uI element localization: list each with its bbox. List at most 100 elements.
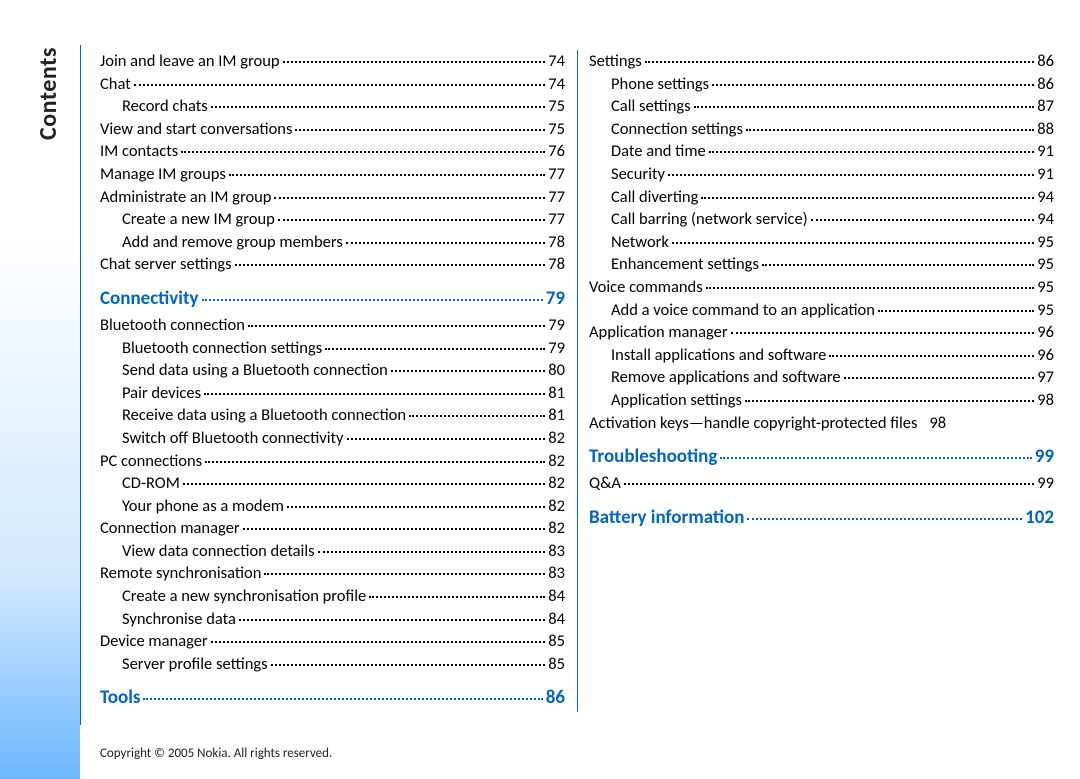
toc-chapter[interactable]: Battery information102 xyxy=(589,505,1054,531)
toc-entry-label: Connection manager xyxy=(100,517,240,540)
toc-entry[interactable]: Install applications and software96 xyxy=(589,344,1054,367)
toc-entry[interactable]: Settings 86 xyxy=(589,50,1054,73)
toc-entry-page: 74 xyxy=(548,73,565,96)
toc-entry[interactable]: Administrate an IM group77 xyxy=(100,186,565,209)
toc-entry[interactable]: Create a new synchronisation profile84 xyxy=(100,585,565,608)
toc-entry[interactable]: Chat server settings78 xyxy=(100,253,565,276)
toc-entry-label: Phone settings xyxy=(611,73,709,96)
toc-entry-page: 78 xyxy=(548,253,565,276)
dot-leader xyxy=(694,106,1035,108)
toc-entry[interactable]: IM contacts76 xyxy=(100,140,565,163)
toc-entry[interactable]: Remote synchronisation83 xyxy=(100,562,565,585)
toc-entry[interactable]: Call diverting 94 xyxy=(589,186,1054,209)
toc-entry[interactable]: Receive data using a Bluetooth connectio… xyxy=(100,404,565,427)
toc-entry-page: 77 xyxy=(548,186,565,209)
toc-content: Join and leave an IM group74Chat74Record… xyxy=(100,50,1054,740)
toc-entry[interactable]: Server profile settings85 xyxy=(100,653,565,676)
toc-chapter[interactable]: Connectivity79 xyxy=(100,286,565,312)
toc-entry-label: Application settings xyxy=(611,389,742,412)
toc-entry[interactable]: Q&A99 xyxy=(589,472,1054,495)
toc-entry[interactable]: View and start conversations75 xyxy=(100,118,565,141)
toc-entry-label: Receive data using a Bluetooth connectio… xyxy=(122,404,406,427)
toc-entry-label: Q&A xyxy=(589,472,621,495)
dot-leader xyxy=(624,483,1034,485)
toc-entry[interactable]: Bluetooth connection settings79 xyxy=(100,337,565,360)
dot-leader xyxy=(731,332,1035,334)
toc-entry[interactable]: Manage IM groups77 xyxy=(100,163,565,186)
toc-entry[interactable]: Join and leave an IM group74 xyxy=(100,50,565,73)
toc-entry-page: 79 xyxy=(548,337,565,360)
dot-leader xyxy=(239,619,545,621)
toc-entry[interactable]: Call barring (network service)94 xyxy=(589,208,1054,231)
toc-entry[interactable]: Switch off Bluetooth connectivity82 xyxy=(100,427,565,450)
dot-leader xyxy=(248,325,545,327)
toc-entry-page: 94 xyxy=(1037,186,1054,209)
toc-entry[interactable]: Your phone as a modem82 xyxy=(100,495,565,518)
dot-leader xyxy=(287,506,545,508)
toc-entry-page: 95 xyxy=(1037,276,1054,299)
toc-entry-label: Connectivity xyxy=(100,286,199,312)
toc-entry[interactable]: Security91 xyxy=(589,163,1054,186)
toc-entry-label: IM contacts xyxy=(100,140,178,163)
toc-entry[interactable]: Create a new IM group77 xyxy=(100,208,565,231)
toc-entry-label: Call diverting xyxy=(611,186,698,209)
toc-entry-label: Your phone as a modem xyxy=(122,495,284,518)
dot-leader xyxy=(747,518,1022,520)
toc-entry-page: 83 xyxy=(548,540,565,563)
toc-entry[interactable]: Connection settings88 xyxy=(589,118,1054,141)
toc-entry-page: 96 xyxy=(1037,344,1054,367)
toc-entry[interactable]: Remove applications and software97 xyxy=(589,366,1054,389)
dot-leader xyxy=(645,61,1035,63)
toc-chapter[interactable]: Troubleshooting99 xyxy=(589,444,1054,470)
toc-entry[interactable]: Chat74 xyxy=(100,73,565,96)
toc-entry-label: View and start conversations xyxy=(100,118,292,141)
toc-entry-page: 95 xyxy=(1037,231,1054,254)
toc-entry[interactable]: Activation keys—handle copyright-protect… xyxy=(589,412,1054,435)
dot-leader xyxy=(369,596,545,598)
toc-entry[interactable]: Network95 xyxy=(589,231,1054,254)
dot-leader xyxy=(829,355,1034,357)
toc-entry-page: 82 xyxy=(548,517,565,540)
toc-entry-page: 95 xyxy=(1037,253,1054,276)
toc-entry[interactable]: CD-ROM82 xyxy=(100,472,565,495)
dot-leader xyxy=(295,129,545,131)
toc-entry[interactable]: Add and remove group members78 xyxy=(100,231,565,254)
toc-entry-label: Server profile settings xyxy=(122,653,268,676)
toc-entry[interactable]: PC connections82 xyxy=(100,450,565,473)
toc-entry[interactable]: Bluetooth connection79 xyxy=(100,314,565,337)
toc-entry[interactable]: Date and time91 xyxy=(589,140,1054,163)
toc-entry-label: Manage IM groups xyxy=(100,163,226,186)
toc-entry[interactable]: View data connection details 83 xyxy=(100,540,565,563)
toc-entry[interactable]: Synchronise data84 xyxy=(100,608,565,631)
toc-chapter[interactable]: Tools86 xyxy=(100,685,565,711)
toc-entry[interactable]: Connection manager 82 xyxy=(100,517,565,540)
toc-entry[interactable]: Pair devices81 xyxy=(100,382,565,405)
toc-entry[interactable]: Add a voice command to an application95 xyxy=(589,299,1054,322)
toc-entry-label: Remote synchronisation xyxy=(100,562,261,585)
toc-entry[interactable]: Record chats75 xyxy=(100,95,565,118)
toc-entry-label: View data connection details xyxy=(122,540,315,563)
toc-entry-page: 88 xyxy=(1037,118,1054,141)
toc-entry[interactable]: Enhancement settings95 xyxy=(589,253,1054,276)
toc-entry-page: 91 xyxy=(1037,140,1054,163)
toc-entry-page: 86 xyxy=(1037,50,1054,73)
toc-entry[interactable]: Device manager85 xyxy=(100,630,565,653)
toc-entry-page: 81 xyxy=(548,404,565,427)
dot-leader xyxy=(668,174,1034,176)
toc-entry[interactable]: Application manager96 xyxy=(589,321,1054,344)
toc-entry[interactable]: Send data using a Bluetooth connection80 xyxy=(100,359,565,382)
toc-entry-page: 97 xyxy=(1037,366,1054,389)
dot-leader xyxy=(283,61,546,63)
dot-leader xyxy=(205,461,545,463)
toc-entry-label: Bluetooth connection xyxy=(100,314,245,337)
dot-leader xyxy=(391,370,545,372)
toc-entry-label: Send data using a Bluetooth connection xyxy=(122,359,388,382)
toc-entry-label: Application manager xyxy=(589,321,728,344)
toc-entry[interactable]: Phone settings86 xyxy=(589,73,1054,96)
toc-entry-page: 84 xyxy=(548,585,565,608)
toc-entry-page: 102 xyxy=(1025,505,1054,531)
toc-entry[interactable]: Application settings98 xyxy=(589,389,1054,412)
toc-entry[interactable]: Call settings87 xyxy=(589,95,1054,118)
toc-entry[interactable]: Voice commands95 xyxy=(589,276,1054,299)
toc-entry-label: Settings xyxy=(589,50,642,73)
